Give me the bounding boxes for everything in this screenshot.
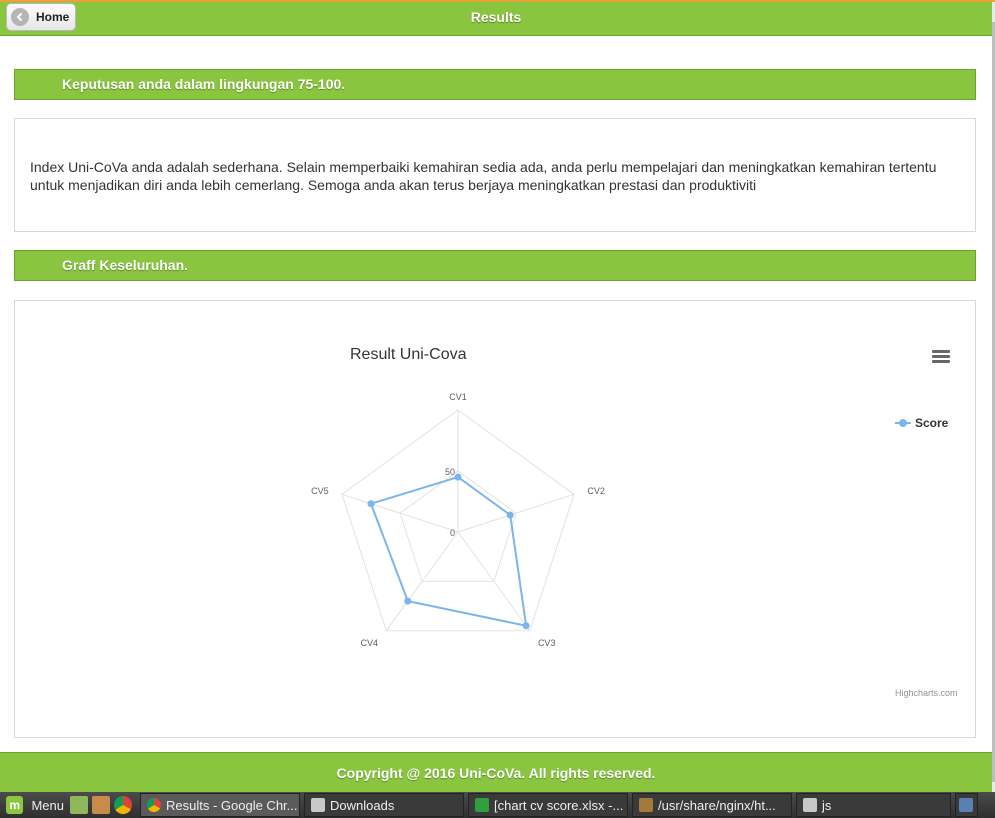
start-menu-button[interactable]: m Menu <box>0 792 70 818</box>
taskbar-item-label: [chart cv score.xlsx -... <box>494 797 624 813</box>
score-data-point <box>506 511 514 519</box>
radial-tick-label: 0 <box>450 528 455 538</box>
radar-spoke <box>457 493 575 533</box>
score-data-point <box>454 473 462 481</box>
radar-chart: 0 50 CV1 CV2 CV3 CV4 CV5 <box>311 392 605 648</box>
taskbar-item-label: Results - Google Chr... <box>166 797 298 813</box>
taskbar-item-js-folder[interactable]: js <box>796 793 951 817</box>
terminal-icon <box>639 798 653 812</box>
terminal-launcher-icon[interactable] <box>92 796 110 814</box>
category-label: CV2 <box>587 486 605 496</box>
code-editor-icon <box>959 798 973 812</box>
chrome-icon <box>147 798 161 812</box>
folder-icon <box>803 798 817 812</box>
taskbar: m Menu Results - Google Chr... Downloads… <box>0 792 995 818</box>
taskbar-item-terminal[interactable]: /usr/share/nginx/ht... <box>632 793 792 817</box>
footer: Copyright @ 2016 Uni-CoVa. All rights re… <box>0 752 992 792</box>
spreadsheet-icon <box>475 798 489 812</box>
taskbar-item-label: /usr/share/nginx/ht... <box>658 797 776 813</box>
category-label: CV1 <box>449 392 467 402</box>
taskbar-item-downloads[interactable]: Downloads <box>304 793 464 817</box>
legend-marker-icon <box>895 419 911 427</box>
chrome-launcher-icon[interactable] <box>114 796 132 814</box>
taskbar-item-chrome[interactable]: Results - Google Chr... <box>140 793 300 817</box>
score-data-point <box>404 597 412 605</box>
category-label: CV3 <box>538 638 556 648</box>
taskbar-item-editor[interactable]: [s <box>955 793 978 817</box>
chart-credits[interactable]: Highcharts.com <box>895 688 958 698</box>
radial-tick-label: 50 <box>445 467 455 477</box>
start-menu-label: Menu <box>31 797 64 813</box>
score-data-point <box>367 500 375 508</box>
score-data-point <box>522 622 530 630</box>
chart-menu-icon[interactable] <box>932 350 950 366</box>
chart-legend[interactable]: Score <box>895 416 948 430</box>
category-label: CV4 <box>361 638 379 648</box>
chart-title: Result Uni-Cova <box>350 346 467 363</box>
radar-spoke <box>341 493 459 533</box>
taskbar-item-spreadsheet[interactable]: [chart cv score.xlsx -... <box>468 793 628 817</box>
taskbar-item-label: Downloads <box>330 797 395 813</box>
taskbar-item-label: js <box>822 797 832 813</box>
files-launcher-icon[interactable] <box>70 796 88 814</box>
legend-label: Score <box>915 416 949 430</box>
category-label: CV5 <box>311 486 329 496</box>
linux-mint-icon: m <box>6 796 24 814</box>
folder-icon <box>311 798 325 812</box>
score-series-line <box>369 475 528 628</box>
